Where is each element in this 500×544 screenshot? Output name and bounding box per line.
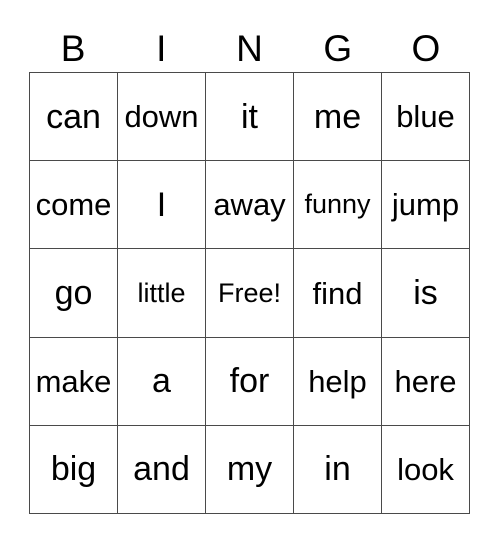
bingo-header-row: B I N G O: [29, 24, 470, 72]
bingo-cell-label: I: [156, 185, 167, 224]
bingo-cell-o3[interactable]: is: [382, 249, 470, 338]
bingo-cell-o5[interactable]: look: [382, 425, 470, 515]
bingo-cell-label: help: [308, 363, 367, 399]
bingo-cell-label: blue: [396, 99, 455, 135]
bingo-cell-label: my: [226, 450, 273, 489]
bingo-header-letter-n: N: [236, 27, 263, 69]
bingo-row-5: big and my in look: [30, 425, 470, 515]
bingo-cell-label: come: [35, 187, 112, 223]
bingo-cell-label: funny: [304, 189, 371, 220]
bingo-cell-g2[interactable]: funny: [294, 161, 382, 250]
bingo-cell-label: here: [394, 363, 457, 399]
bingo-cell-label: away: [213, 187, 286, 223]
bingo-cell-label: is: [413, 274, 438, 312]
bingo-cell-i4[interactable]: a: [118, 337, 206, 426]
bingo-row-3: go little Free! find is: [30, 249, 470, 338]
bingo-cell-g3[interactable]: find: [294, 249, 382, 338]
bingo-cell-o2[interactable]: jump: [382, 161, 470, 250]
bingo-row-4: make a for help here: [30, 337, 470, 426]
bingo-cell-label: down: [124, 99, 199, 135]
bingo-cell-i2[interactable]: I: [118, 161, 206, 250]
bingo-cell-label: jump: [391, 187, 460, 223]
bingo-free-space-label: Free!: [217, 277, 282, 308]
bingo-cell-o4[interactable]: here: [382, 337, 470, 426]
bingo-cell-label: make: [35, 363, 112, 399]
bingo-row-1: can down it me blue: [30, 73, 470, 162]
bingo-cell-label: for: [229, 362, 270, 401]
bingo-cell-b3[interactable]: go: [30, 249, 118, 338]
bingo-row-2: come I away funny jump: [30, 161, 470, 250]
bingo-cell-label: find: [312, 275, 363, 311]
bingo-card: B I N G O can down it me blue come I awa…: [0, 0, 500, 544]
bingo-grid: can down it me blue come I away funny ju…: [29, 72, 470, 515]
bingo-header-letter-o: O: [411, 27, 441, 69]
bingo-cell-label: in: [324, 450, 351, 489]
bingo-cell-n1[interactable]: it: [206, 73, 294, 162]
bingo-cell-label: and: [133, 450, 190, 489]
bingo-cell-n5[interactable]: my: [206, 425, 294, 515]
bingo-cell-label: big: [50, 450, 97, 489]
bingo-cell-i3[interactable]: little: [118, 249, 206, 338]
bingo-header-letter-i: I: [156, 27, 167, 69]
bingo-cell-o1[interactable]: blue: [382, 73, 470, 162]
bingo-cell-i5[interactable]: and: [118, 425, 206, 515]
bingo-cell-label: can: [46, 97, 101, 136]
bingo-cell-label: a: [152, 362, 171, 401]
bingo-cell-g5[interactable]: in: [294, 425, 382, 515]
bingo-cell-i1[interactable]: down: [118, 73, 206, 162]
bingo-cell-label: look: [397, 451, 454, 487]
bingo-cell-b4[interactable]: make: [30, 337, 118, 426]
bingo-cell-b1[interactable]: can: [30, 73, 118, 162]
bingo-cell-n2[interactable]: away: [206, 161, 294, 250]
bingo-cell-n4[interactable]: for: [206, 337, 294, 426]
bingo-cell-label: it: [241, 97, 258, 136]
bingo-cell-free-space[interactable]: Free!: [206, 249, 294, 338]
bingo-cell-b5[interactable]: big: [30, 425, 118, 515]
bingo-cell-g1[interactable]: me: [294, 73, 382, 162]
bingo-header-letter-b: B: [60, 27, 86, 69]
bingo-cell-g4[interactable]: help: [294, 337, 382, 426]
bingo-cell-b2[interactable]: come: [30, 161, 118, 250]
bingo-cell-label: go: [54, 274, 93, 312]
bingo-cell-label: me: [313, 97, 362, 136]
bingo-header-letter-g: G: [323, 27, 353, 69]
bingo-cell-label: little: [137, 277, 186, 308]
